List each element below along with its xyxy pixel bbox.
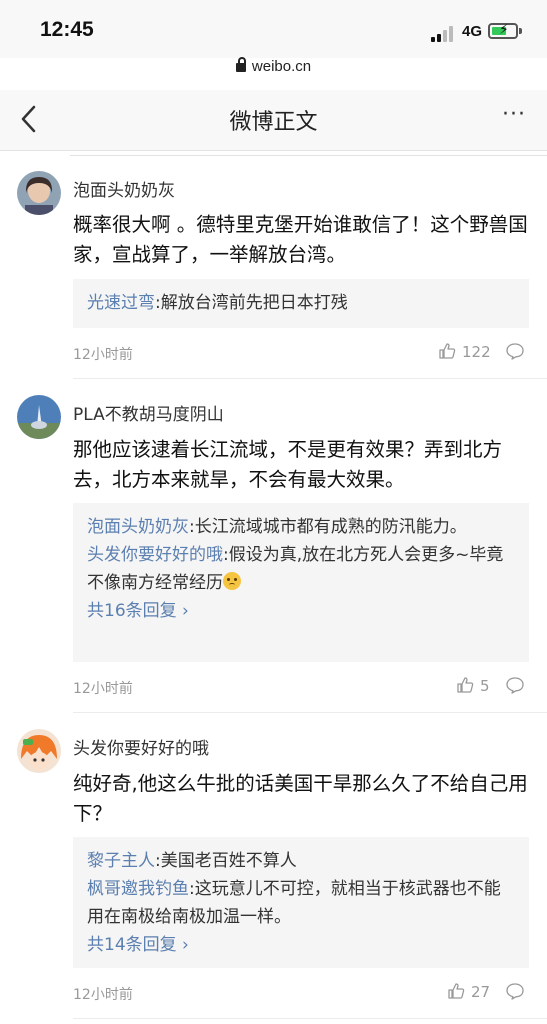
- reply-username[interactable]: 枫哥邀我钓鱼: [87, 879, 189, 899]
- thumbs-up-icon: [439, 343, 456, 359]
- reply-item: 枫哥邀我钓鱼:这玩意儿不可控，就相当于核武器也不能用在南极给南极加温一样。: [87, 875, 515, 931]
- network-type: 4G: [462, 23, 483, 40]
- reply-text: :美国老百姓不算人: [155, 851, 297, 871]
- more-replies-link[interactable]: 共16条回复 ›: [87, 597, 515, 625]
- reply-item: 光速过弯:解放台湾前先把日本打残: [87, 289, 515, 317]
- lock-icon: [235, 57, 246, 72]
- comment-username[interactable]: 头发你要好好的哦: [73, 734, 209, 759]
- comment-text: 概率很大啊 。德特里克堡开始谁敢信了！这个野兽国家，宣战算了，一举解放台湾。: [73, 213, 528, 266]
- divider: [70, 155, 547, 156]
- reply-item: 泡面头奶奶灰:长江流域城市都有成熟的防汛能力。: [87, 513, 515, 541]
- reply-username[interactable]: 光速过弯: [87, 293, 155, 313]
- thumbs-up-icon: [457, 677, 474, 693]
- more-replies-link[interactable]: 共14条回复 ›: [87, 931, 515, 959]
- comment-username[interactable]: 泡面头奶奶灰: [73, 176, 175, 201]
- like-count: 27: [471, 983, 491, 1001]
- like-count: 122: [462, 343, 491, 361]
- reply-username[interactable]: 泡面头奶奶灰: [87, 517, 189, 537]
- divider: [73, 378, 547, 379]
- reply-box[interactable]: 光速过弯:解放台湾前先把日本打残: [73, 279, 529, 328]
- more-button[interactable]: ···: [502, 102, 526, 127]
- reply-text: :长江流域城市都有成熟的防汛能力。: [189, 517, 467, 537]
- like-button[interactable]: 27: [447, 982, 490, 1001]
- like-button[interactable]: 5: [456, 676, 490, 695]
- reply-username[interactable]: 黎子主人: [87, 851, 155, 871]
- comment-bubble-icon: [506, 343, 524, 360]
- comment-bubble-icon: [506, 983, 524, 1000]
- url-bar[interactable]: weibo.cn: [0, 57, 547, 75]
- reply-box[interactable]: 泡面头奶奶灰:长江流域城市都有成熟的防汛能力。 头发你要好好的哦:假设为真,放在…: [73, 503, 529, 662]
- avatar[interactable]: [17, 171, 61, 215]
- reply-text: :解放台湾前先把日本打残: [155, 293, 348, 313]
- page-title: 微博正文: [229, 110, 318, 135]
- url-text: weibo.cn: [251, 58, 312, 75]
- reply-item: 黎子主人:美国老百姓不算人: [87, 847, 515, 875]
- comment-time: 12小时前: [73, 347, 133, 363]
- nav-header: 微博正文 ···: [0, 90, 547, 151]
- signal-icon: [431, 24, 457, 42]
- comment-bubble-icon: [506, 677, 524, 694]
- status-bar: 12:45 4G ⚡ weibo.cn: [0, 0, 547, 75]
- reply-button[interactable]: [505, 341, 525, 365]
- comment-text: 那他应该逮着长江流域，不是更有效果？弄到北方去，北方本来就旱，不会有最大效果。: [73, 438, 503, 491]
- status-time: 12:45: [40, 18, 94, 41]
- reply-button[interactable]: [505, 675, 525, 699]
- comment-text: 纯好奇,他这么牛批的话美国干旱那么久了不给自己用下？: [73, 772, 528, 825]
- avatar[interactable]: [17, 395, 61, 439]
- emoji-icon: [223, 572, 241, 590]
- reply-box[interactable]: 黎子主人:美国老百姓不算人 枫哥邀我钓鱼:这玩意儿不可控，就相当于核武器也不能用…: [73, 837, 529, 968]
- reply-button[interactable]: [505, 981, 525, 1005]
- divider: [73, 1018, 547, 1019]
- comment-username[interactable]: PLA不教胡马度阴山: [73, 400, 224, 425]
- reply-username[interactable]: 头发你要好好的哦: [87, 545, 223, 565]
- comment-time: 12小时前: [73, 987, 133, 1003]
- like-count: 5: [480, 677, 490, 695]
- comment-time: 12小时前: [73, 681, 133, 697]
- reply-item: 头发你要好好的哦:假设为真,放在北方死人会更多~毕竟不像南方经常经历: [87, 541, 515, 597]
- thumbs-up-icon: [448, 983, 465, 999]
- divider: [73, 712, 547, 713]
- avatar[interactable]: [17, 729, 61, 773]
- like-button[interactable]: 122: [438, 342, 491, 361]
- battery-icon: ⚡: [488, 22, 518, 39]
